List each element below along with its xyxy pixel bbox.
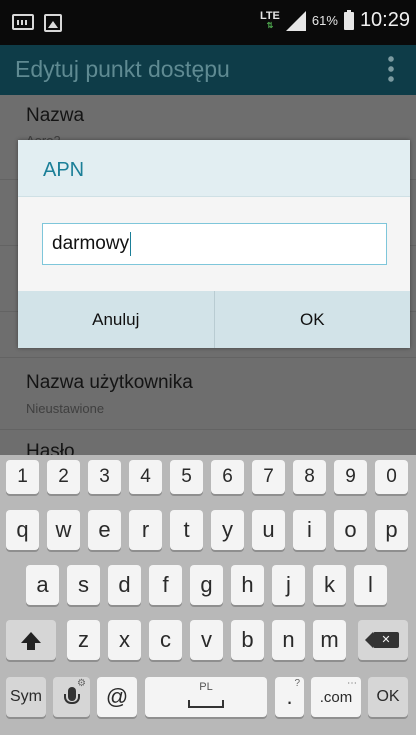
- key-x[interactable]: x: [108, 620, 141, 660]
- shift-icon: [21, 631, 41, 650]
- battery-icon: [343, 9, 354, 30]
- status-bar: LTE ⇅ 61% 10:29: [0, 0, 416, 45]
- key-j[interactable]: j: [272, 565, 305, 605]
- key-e[interactable]: e: [88, 510, 121, 550]
- key-w[interactable]: w: [47, 510, 80, 550]
- key-r[interactable]: r: [129, 510, 162, 550]
- image-icon: [44, 14, 62, 32]
- key-h[interactable]: h: [231, 565, 264, 605]
- key-b[interactable]: b: [231, 620, 264, 660]
- key-f[interactable]: f: [149, 565, 182, 605]
- key-v[interactable]: v: [190, 620, 223, 660]
- keyboard-language: PL: [199, 681, 213, 693]
- network-type: LTE ⇅: [259, 9, 280, 30]
- key-y[interactable]: y: [211, 510, 244, 550]
- dialog-header: APN: [18, 140, 410, 197]
- dotcom-key-alt: ⋯: [347, 678, 357, 689]
- key-u[interactable]: u: [252, 510, 285, 550]
- key-6[interactable]: 6: [211, 460, 244, 494]
- list-item-title: Nazwa użytkownika: [26, 372, 193, 393]
- space-key[interactable]: PL: [145, 677, 267, 717]
- key-m[interactable]: m: [313, 620, 346, 660]
- list-item-username[interactable]: Nazwa użytkownika Nieustawione: [0, 358, 416, 430]
- key-p[interactable]: p: [375, 510, 408, 550]
- list-item-title: Nazwa: [26, 105, 85, 126]
- key-l[interactable]: l: [354, 565, 387, 605]
- keyboard: 1 2 3 4 5 6 7 8 9 0 q w e r t y u i o p …: [0, 455, 416, 735]
- key-c[interactable]: c: [149, 620, 182, 660]
- key-1[interactable]: 1: [6, 460, 39, 494]
- dotcom-key[interactable]: .com ⋯: [311, 677, 361, 717]
- apn-input[interactable]: darmowy: [42, 223, 387, 265]
- key-7[interactable]: 7: [252, 460, 285, 494]
- space-icon: [188, 700, 224, 708]
- key-0[interactable]: 0: [375, 460, 408, 494]
- sym-key[interactable]: Sym: [6, 677, 46, 717]
- key-i[interactable]: i: [293, 510, 326, 550]
- key-z[interactable]: z: [67, 620, 100, 660]
- at-key[interactable]: @: [97, 677, 137, 717]
- backspace-icon: ✕: [365, 632, 399, 648]
- key-g[interactable]: g: [190, 565, 223, 605]
- keyboard-icon: [12, 14, 34, 30]
- apn-dialog: APN darmowy Anuluj OK: [18, 140, 410, 348]
- key-n[interactable]: n: [272, 620, 305, 660]
- key-3[interactable]: 3: [88, 460, 121, 494]
- dialog-title: APN: [43, 159, 85, 181]
- key-8[interactable]: 8: [293, 460, 326, 494]
- cancel-button[interactable]: Anuluj: [18, 291, 214, 348]
- key-2[interactable]: 2: [47, 460, 80, 494]
- backspace-key[interactable]: ✕: [358, 620, 408, 660]
- overflow-menu-icon[interactable]: [388, 54, 394, 84]
- key-s[interactable]: s: [67, 565, 100, 605]
- list-item-subtitle: Nieustawione: [26, 401, 105, 416]
- microphone-icon: [63, 687, 80, 704]
- key-9[interactable]: 9: [334, 460, 367, 494]
- text-cursor: [130, 231, 132, 256]
- battery-percent: 61%: [311, 13, 338, 28]
- key-t[interactable]: t: [170, 510, 203, 550]
- period-key-alt: ?: [294, 678, 300, 689]
- shift-key[interactable]: [6, 620, 56, 660]
- key-o[interactable]: o: [334, 510, 367, 550]
- clock: 10:29: [359, 9, 410, 31]
- action-bar: Edytuj punkt dostępu: [0, 45, 416, 95]
- key-k[interactable]: k: [313, 565, 346, 605]
- key-d[interactable]: d: [108, 565, 141, 605]
- period-key[interactable]: . ?: [275, 677, 304, 717]
- key-4[interactable]: 4: [129, 460, 162, 494]
- dialog-body: darmowy: [18, 197, 410, 291]
- dialog-buttons: Anuluj OK: [18, 291, 410, 348]
- page-title: Edytuj punkt dostępu: [15, 56, 230, 82]
- signal-icon: [285, 10, 306, 31]
- ok-button[interactable]: OK: [213, 291, 411, 348]
- key-q[interactable]: q: [6, 510, 39, 550]
- settings-icon: ⚙: [77, 678, 86, 689]
- key-5[interactable]: 5: [170, 460, 203, 494]
- key-a[interactable]: a: [26, 565, 59, 605]
- voice-input-key[interactable]: ⚙: [53, 677, 90, 717]
- keyboard-ok-key[interactable]: OK: [368, 677, 408, 717]
